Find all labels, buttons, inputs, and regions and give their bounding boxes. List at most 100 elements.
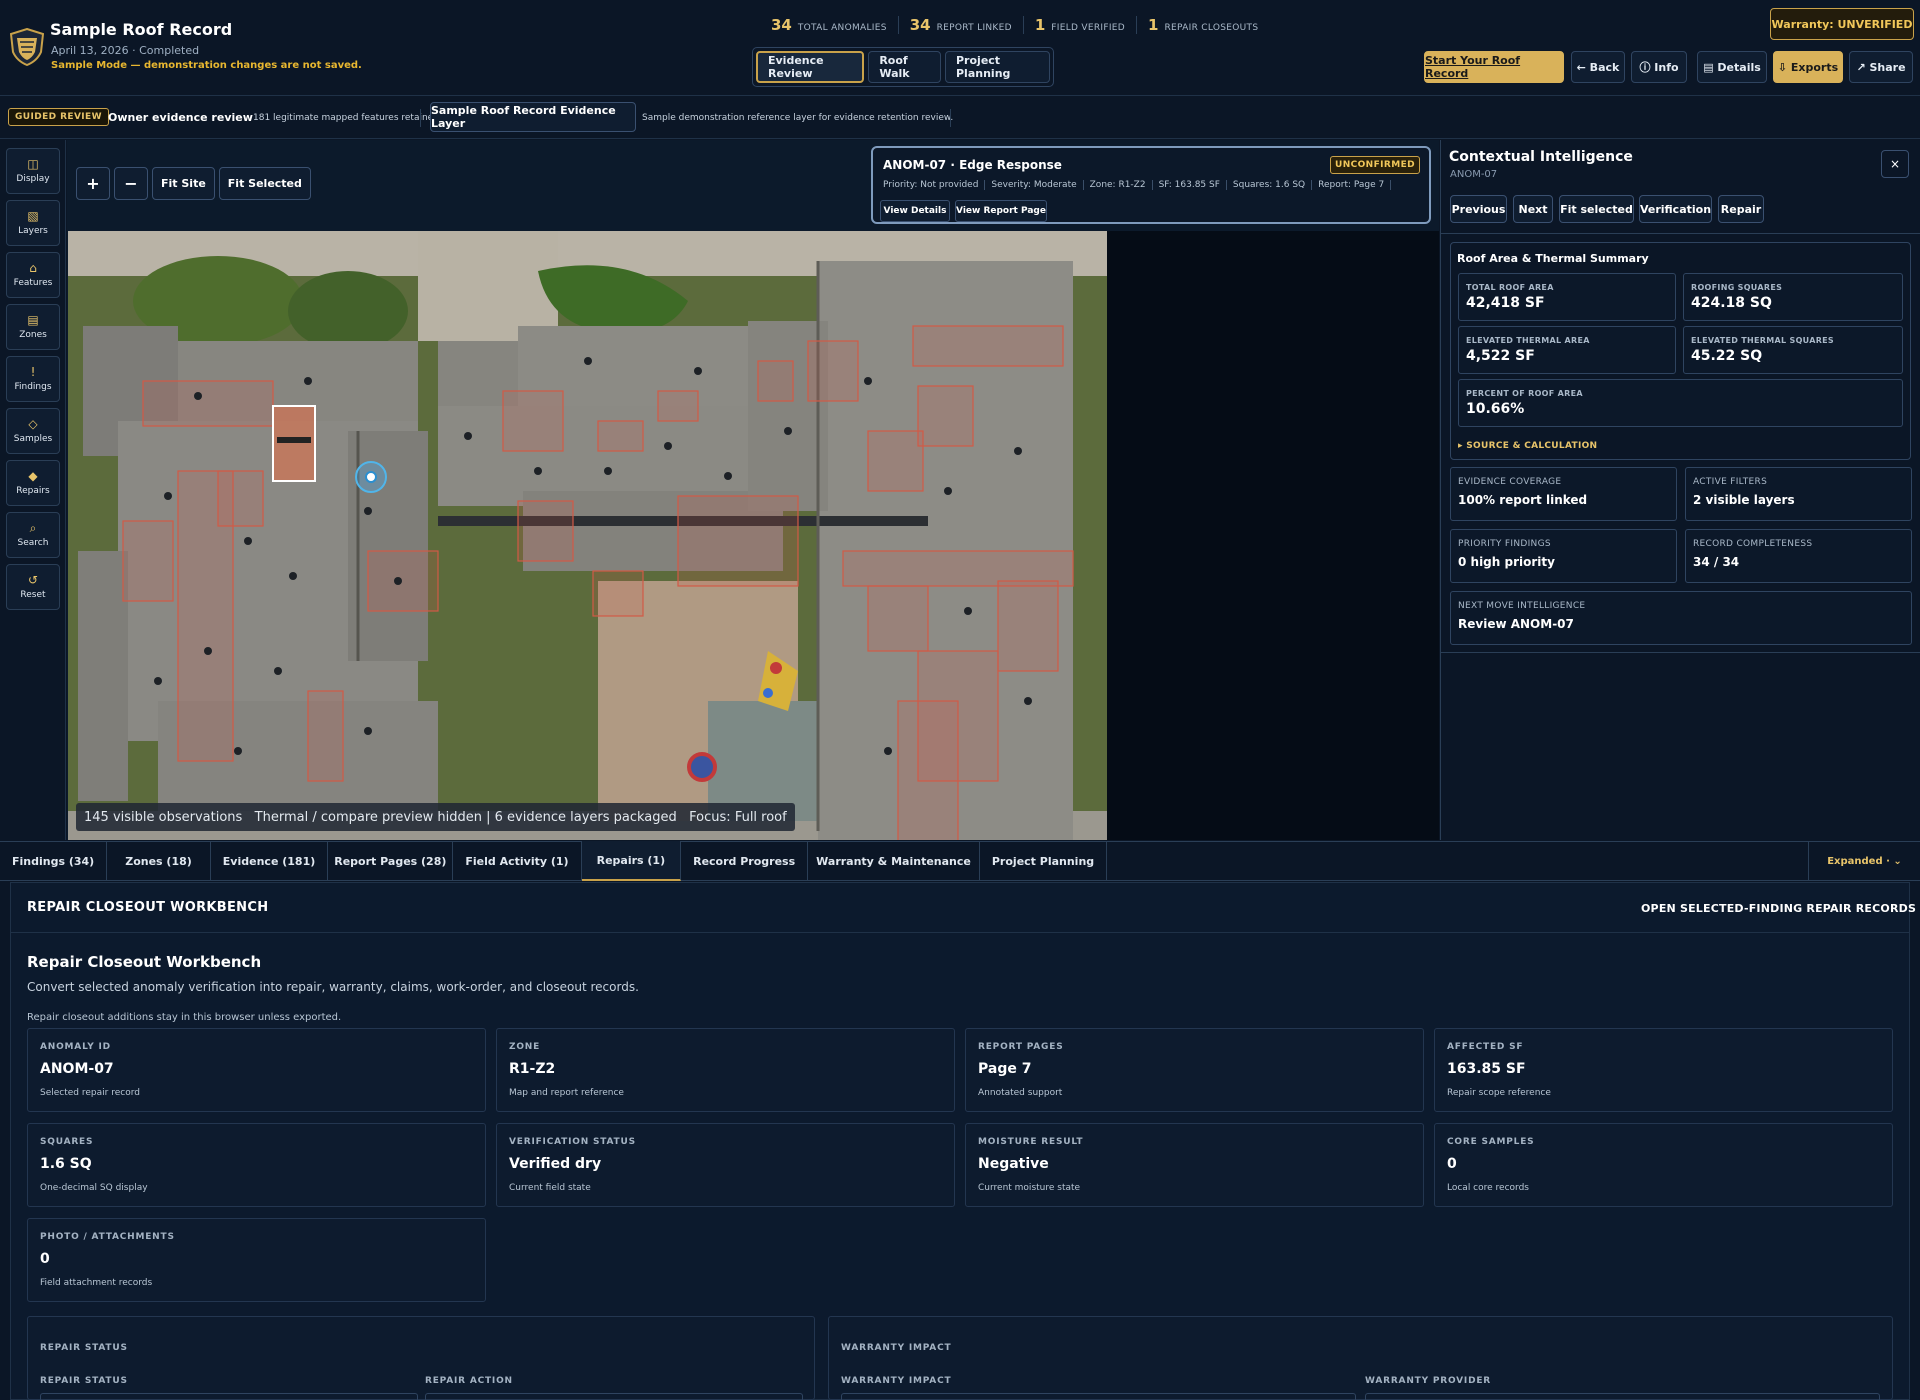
anomaly-title: ANOM-07 · Edge Response bbox=[883, 158, 1062, 172]
mode-switcher: Evidence Review Roof Walk Project Planni… bbox=[752, 47, 1054, 87]
tab-repairs[interactable]: Repairs (1) bbox=[581, 841, 682, 881]
mas-shield-logo bbox=[10, 28, 44, 66]
stat-value: 1 bbox=[1034, 16, 1046, 34]
fit-selected-panel-button[interactable]: Fit selected bbox=[1559, 195, 1634, 223]
tab-findings[interactable]: Findings (34) bbox=[0, 841, 108, 881]
tab-zones[interactable]: Zones (18) bbox=[107, 841, 211, 881]
toolbar-display[interactable]: ◫ Display bbox=[6, 148, 60, 194]
back-button[interactable]: ← Back bbox=[1571, 51, 1625, 83]
card-anomaly-id: ANOMALY ID ANOM-07 Selected repair record bbox=[27, 1028, 486, 1112]
map-status-bar: 145 visible observations Thermal / compa… bbox=[76, 803, 795, 831]
tab-field-activity[interactable]: Field Activity (1) bbox=[453, 841, 582, 881]
divider bbox=[950, 109, 951, 127]
card-verification-status: VERIFICATION STATUS Verified dry Current f… bbox=[496, 1123, 955, 1207]
metric-label: ELEVATED THERMAL AREA bbox=[1466, 336, 1590, 345]
repair-status-select[interactable] bbox=[40, 1393, 418, 1400]
zoom-out-button[interactable]: − bbox=[114, 167, 148, 200]
metric-label: PRIORITY FINDINGS bbox=[1458, 539, 1551, 549]
zoom-in-button[interactable]: + bbox=[76, 167, 110, 200]
roofing-squares: ROOFING SQUARES 424.18 SQ bbox=[1683, 273, 1903, 321]
display-icon: ◫ bbox=[27, 157, 39, 171]
workbench-description: Convert selected anomaly verification in… bbox=[27, 980, 639, 994]
toolbar-findings[interactable]: ! Findings bbox=[6, 356, 60, 402]
priority-findings: PRIORITY FINDINGS 0 high priority bbox=[1450, 529, 1677, 583]
anomaly-priority: Priority: Not provided bbox=[883, 180, 986, 190]
toolbar-repairs[interactable]: ◆ Repairs bbox=[6, 460, 60, 506]
tab-report-pages[interactable]: Report Pages (28) bbox=[328, 841, 454, 881]
divider bbox=[1440, 652, 1920, 653]
details-button[interactable]: ▤ Details bbox=[1697, 51, 1767, 83]
source-calculation-toggle[interactable]: ▸ SOURCE & CALCULATION bbox=[1458, 441, 1597, 451]
warranty-status-badge[interactable]: Warranty: UNVERIFIED bbox=[1770, 8, 1914, 40]
next-button[interactable]: Next bbox=[1513, 195, 1553, 223]
metric-value: 100% report linked bbox=[1458, 493, 1588, 507]
metric-label: PERCENT OF ROOF AREA bbox=[1466, 389, 1583, 398]
panel-title: Contextual Intelligence bbox=[1449, 149, 1633, 165]
mode-evidence-review[interactable]: Evidence Review bbox=[756, 51, 865, 83]
open-repair-records-link[interactable]: OPEN SELECTED-FINDING REPAIR RECORDS bbox=[1641, 902, 1916, 915]
warranty-impact-select[interactable] bbox=[841, 1393, 1356, 1400]
stat-label: REPAIR CLOSEOUTS bbox=[1164, 23, 1259, 33]
repair-button[interactable]: Repair bbox=[1718, 195, 1764, 223]
summary-title: Roof Area & Thermal Summary bbox=[1457, 252, 1649, 265]
toolbar-label: Reset bbox=[20, 590, 46, 600]
card-value: Negative bbox=[978, 1156, 1049, 1172]
card-label: CORE SAMPLES bbox=[1447, 1137, 1535, 1147]
toolbar-features[interactable]: ⌂ Features bbox=[6, 252, 60, 298]
toolbar-label: Layers bbox=[18, 226, 48, 236]
section-title: REPAIR STATUS bbox=[40, 1343, 128, 1353]
view-report-page-button[interactable]: View Report Page bbox=[955, 200, 1047, 222]
evidence-layer-button[interactable]: Sample Roof Record Evidence Layer bbox=[430, 102, 636, 132]
card-photo-attachments: PHOTO / ATTACHMENTS 0 Field attachment rec… bbox=[27, 1218, 486, 1302]
findings-icon: ! bbox=[30, 365, 36, 379]
tab-record-progress[interactable]: Record Progress bbox=[681, 841, 809, 881]
repair-status-section: REPAIR STATUS REPAIR STATUS REPAIR ACTIO… bbox=[27, 1316, 815, 1400]
guided-review-subtitle: 181 legitimate mapped features retained bbox=[253, 113, 439, 123]
start-roof-record-button[interactable]: Start Your Roof Record bbox=[1424, 51, 1564, 83]
previous-button[interactable]: Previous bbox=[1450, 195, 1507, 223]
repair-action-select[interactable] bbox=[425, 1393, 803, 1400]
card-value: 163.85 SF bbox=[1447, 1061, 1526, 1077]
workbench-note: Repair closeout additions stay in this b… bbox=[27, 1012, 342, 1023]
left-toolbar: ◫ Display ▧ Layers ⌂ Features ▤ Zones ! Findi… bbox=[0, 140, 66, 840]
close-icon[interactable]: × bbox=[1881, 150, 1909, 178]
warranty-impact-label: WARRANTY IMPACT bbox=[841, 1376, 952, 1386]
stat-label: REPORT LINKED bbox=[936, 23, 1012, 33]
toolbar-reset[interactable]: ↺ Reset bbox=[6, 564, 60, 610]
expanded-toggle[interactable]: Expanded · ⌄ bbox=[1808, 841, 1920, 881]
verification-button[interactable]: Verification bbox=[1639, 195, 1712, 223]
map-controls: + − Fit Site Fit Selected bbox=[76, 167, 311, 200]
toolbar-search[interactable]: ⌕ Search bbox=[6, 512, 60, 558]
card-value: Verified dry bbox=[509, 1156, 602, 1172]
toolbar-label: Zones bbox=[19, 330, 47, 340]
fit-site-button[interactable]: Fit Site bbox=[152, 167, 215, 200]
anomaly-squares: Squares: 1.6 SQ bbox=[1227, 180, 1313, 190]
toolbar-label: Features bbox=[13, 278, 53, 288]
exports-button[interactable]: ⇩ Exports bbox=[1773, 51, 1843, 83]
view-details-button[interactable]: View Details bbox=[880, 200, 950, 222]
tab-evidence[interactable]: Evidence (181) bbox=[211, 841, 329, 881]
share-button[interactable]: ↗ Share bbox=[1849, 51, 1913, 83]
card-subtext: One-decimal SQ display bbox=[40, 1183, 148, 1193]
toolbar-layers[interactable]: ▧ Layers bbox=[6, 200, 60, 246]
search-icon: ⌕ bbox=[29, 521, 37, 535]
card-value: ANOM-07 bbox=[40, 1061, 114, 1077]
evidence-layer-description: Sample demonstration reference layer for… bbox=[642, 113, 954, 123]
fit-selected-button[interactable]: Fit Selected bbox=[218, 167, 311, 200]
card-label: ZONE bbox=[509, 1042, 541, 1052]
mode-project-planning[interactable]: Project Planning bbox=[945, 51, 1050, 83]
metric-label: RECORD COMPLETENESS bbox=[1693, 539, 1813, 549]
aerial-roof-map[interactable] bbox=[68, 231, 1107, 840]
info-button[interactable]: ⓘ Info bbox=[1631, 51, 1687, 83]
mode-roof-walk[interactable]: Roof Walk bbox=[868, 51, 941, 83]
toolbar-zones[interactable]: ▤ Zones bbox=[6, 304, 60, 350]
anomaly-sf: SF: 163.85 SF bbox=[1153, 180, 1227, 190]
divider bbox=[1440, 233, 1920, 234]
warranty-provider-select[interactable] bbox=[1365, 1393, 1880, 1400]
toolbar-samples[interactable]: ◇ Samples bbox=[6, 408, 60, 454]
card-label: SQUARES bbox=[40, 1137, 94, 1147]
tab-warranty-maintenance[interactable]: Warranty & Maintenance bbox=[808, 841, 980, 881]
tab-project-planning[interactable]: Project Planning bbox=[980, 841, 1108, 881]
metric-value: Review ANOM-07 bbox=[1458, 617, 1574, 631]
anomaly-report: Report: Page 7 bbox=[1312, 180, 1392, 190]
